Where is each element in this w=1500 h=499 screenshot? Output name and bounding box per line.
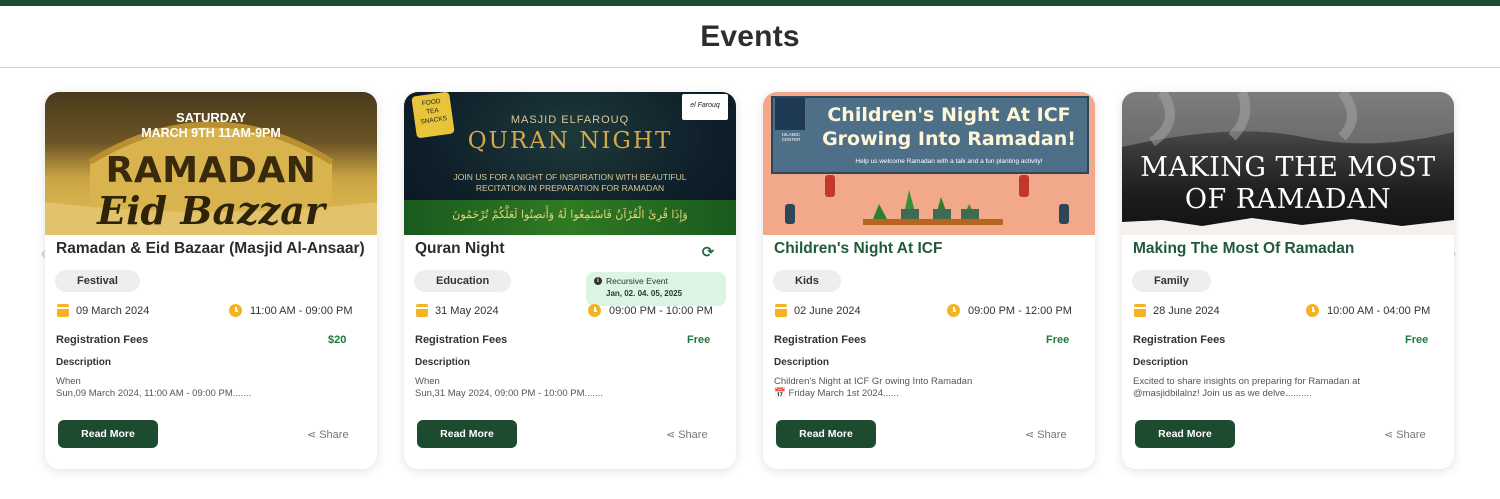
description-line: 📅 Friday March 1st 2024......: [774, 388, 899, 399]
share-button[interactable]: ⋖ Share: [666, 428, 708, 442]
description-label: Description: [415, 357, 471, 368]
date-time-row: 02 June 2024 09:00 PM - 12:00 PM: [773, 304, 1085, 320]
category-badge: Education: [414, 270, 512, 292]
event-card[interactable]: MAKING THE MOST OF RAMADAN Making The Mo…: [1122, 92, 1454, 469]
share-button[interactable]: ⋖ Share: [1384, 428, 1426, 442]
event-date: 31 May 2024: [435, 305, 499, 317]
banner-text: MARCH 9TH 11AM-9PM: [141, 126, 281, 140]
fees-value: Free: [687, 334, 711, 346]
description-line: Children's Night at ICF Gr owing Into Ra…: [774, 376, 973, 387]
date-time-row: 28 June 2024 10:00 AM - 04:00 PM: [1132, 304, 1444, 320]
fees-value: $20: [328, 334, 347, 346]
description-label: Description: [56, 357, 112, 368]
event-date: 28 June 2024: [1153, 305, 1220, 317]
event-description: Children's Night at ICF Gr owing Into Ra…: [774, 376, 1074, 400]
info-icon: i: [594, 277, 602, 285]
share-label: Share: [1037, 428, 1067, 441]
share-button[interactable]: ⋖ Share: [1025, 428, 1067, 442]
clock-icon: [947, 304, 960, 317]
plants-illustration: [785, 175, 1069, 225]
calendar-icon: [775, 304, 787, 317]
repeat-icon: ⟳: [701, 244, 715, 261]
event-title[interactable]: Ramadan & Eid Bazaar (Masjid Al-Ansaar): [56, 240, 365, 258]
page-title: Events: [700, 19, 800, 53]
banner-text: QURAN NIGHT: [467, 128, 673, 154]
banner-text: RAMADAN: [105, 150, 317, 191]
event-title[interactable]: Making The Most Of Ramadan: [1133, 240, 1354, 258]
fees-value: Free: [1046, 334, 1070, 346]
share-label: Share: [1396, 428, 1426, 441]
fees-label: Registration Fees: [56, 334, 149, 346]
fees-label: Registration Fees: [415, 334, 508, 346]
banner-text: JOIN US FOR A NIGHT OF INSPIRATION WITH …: [453, 172, 687, 182]
event-banner-image[interactable]: FOOD TEA SNACKS el Farouq MASJID ELFAROU…: [404, 92, 736, 235]
description-line: When: [415, 376, 440, 387]
calendar-icon: [1134, 304, 1146, 317]
date-time-row: 31 May 2024 09:00 PM - 10:00 PM: [414, 304, 726, 320]
banner-text: OF RAMADAN: [1184, 184, 1392, 215]
read-more-button[interactable]: Read More: [776, 420, 876, 448]
recursive-event-tooltip: i Recursive Event Jan, 02. 04. 05, 2025: [586, 272, 726, 306]
fees-value: Free: [1405, 334, 1429, 346]
category-badge: Festival: [55, 270, 140, 292]
event-title[interactable]: Children's Night At ICF: [774, 240, 942, 258]
event-card[interactable]: FOOD TEA SNACKS el Farouq MASJID ELFAROU…: [404, 92, 736, 469]
read-more-button[interactable]: Read More: [1135, 420, 1235, 448]
calendar-icon: [57, 304, 69, 317]
clock-icon: [229, 304, 242, 317]
page-header: Events: [0, 6, 1500, 68]
event-banner-image[interactable]: ISLAMIC CENTER Children's Night At ICF G…: [763, 92, 1095, 235]
event-time: 10:00 AM - 04:00 PM: [1327, 305, 1431, 317]
share-icon: ⋖: [666, 429, 676, 441]
recursive-dates: Jan, 02. 04. 05, 2025: [606, 289, 683, 298]
event-description: Excited to share insights on preparing f…: [1133, 376, 1433, 400]
description-line: Sun,31 May 2024, 09:00 PM - 10:00 PM....…: [415, 388, 603, 399]
calendar-icon: [416, 304, 428, 317]
clock-icon: [1306, 304, 1319, 317]
fees-label: Registration Fees: [774, 334, 867, 346]
clock-icon: [588, 304, 601, 317]
event-description: When Sun,09 March 2024, 11:00 AM - 09:00…: [56, 376, 356, 400]
banner-text: Eid Bazzar: [97, 188, 325, 233]
description-line: Sun,09 March 2024, 11:00 AM - 09:00 PM..…: [56, 388, 252, 399]
event-time: 09:00 PM - 10:00 PM: [609, 305, 713, 317]
event-banner-image[interactable]: MAKING THE MOST OF RAMADAN: [1122, 92, 1454, 235]
share-icon: ⋖: [307, 429, 317, 441]
banner-text: MAKING THE MOST: [1140, 152, 1436, 183]
banner-text: MASJID ELFAROUQ: [510, 114, 630, 126]
banner-text: RECITATION IN PREPARATION FOR RAMADAN: [475, 183, 665, 193]
date-time-row: 09 March 2024 11:00 AM - 09:00 PM: [55, 304, 367, 320]
description-label: Description: [1133, 357, 1189, 368]
recursive-label: Recursive Event: [606, 276, 668, 286]
share-button[interactable]: ⋖ Share: [307, 428, 349, 442]
read-more-button[interactable]: Read More: [58, 420, 158, 448]
event-card[interactable]: SATURDAY MARCH 9TH 11AM-9PM RAMADAN Eid …: [45, 92, 377, 469]
event-date: 02 June 2024: [794, 305, 861, 317]
event-title[interactable]: Quran Night: [415, 240, 505, 258]
event-banner-image[interactable]: SATURDAY MARCH 9TH 11AM-9PM RAMADAN Eid …: [45, 92, 377, 235]
share-icon: ⋖: [1384, 429, 1394, 441]
event-time: 09:00 PM - 12:00 PM: [968, 305, 1072, 317]
category-badge: Kids: [773, 270, 841, 292]
description-line: @masjidbilalnz! Join us as we delve.....…: [1133, 388, 1312, 399]
event-date: 09 March 2024: [76, 305, 150, 317]
event-time: 11:00 AM - 09:00 PM: [250, 305, 353, 317]
share-icon: ⋖: [1025, 429, 1035, 441]
description-line: When: [56, 376, 81, 387]
category-badge: Family: [1132, 270, 1211, 292]
share-label: Share: [678, 428, 708, 441]
banner-text: وَإِذَا قُرِئَ الْقُرْآنُ فَاسْتَمِعُوا …: [452, 208, 688, 221]
event-description: When Sun,31 May 2024, 09:00 PM - 10:00 P…: [415, 376, 715, 400]
description-line: Excited to share insights on preparing f…: [1133, 376, 1361, 387]
description-label: Description: [774, 357, 830, 368]
banner-text: SATURDAY: [175, 110, 247, 125]
fees-label: Registration Fees: [1133, 334, 1226, 346]
read-more-button[interactable]: Read More: [417, 420, 517, 448]
share-label: Share: [319, 428, 349, 441]
event-card[interactable]: ISLAMIC CENTER Children's Night At ICF G…: [763, 92, 1095, 469]
